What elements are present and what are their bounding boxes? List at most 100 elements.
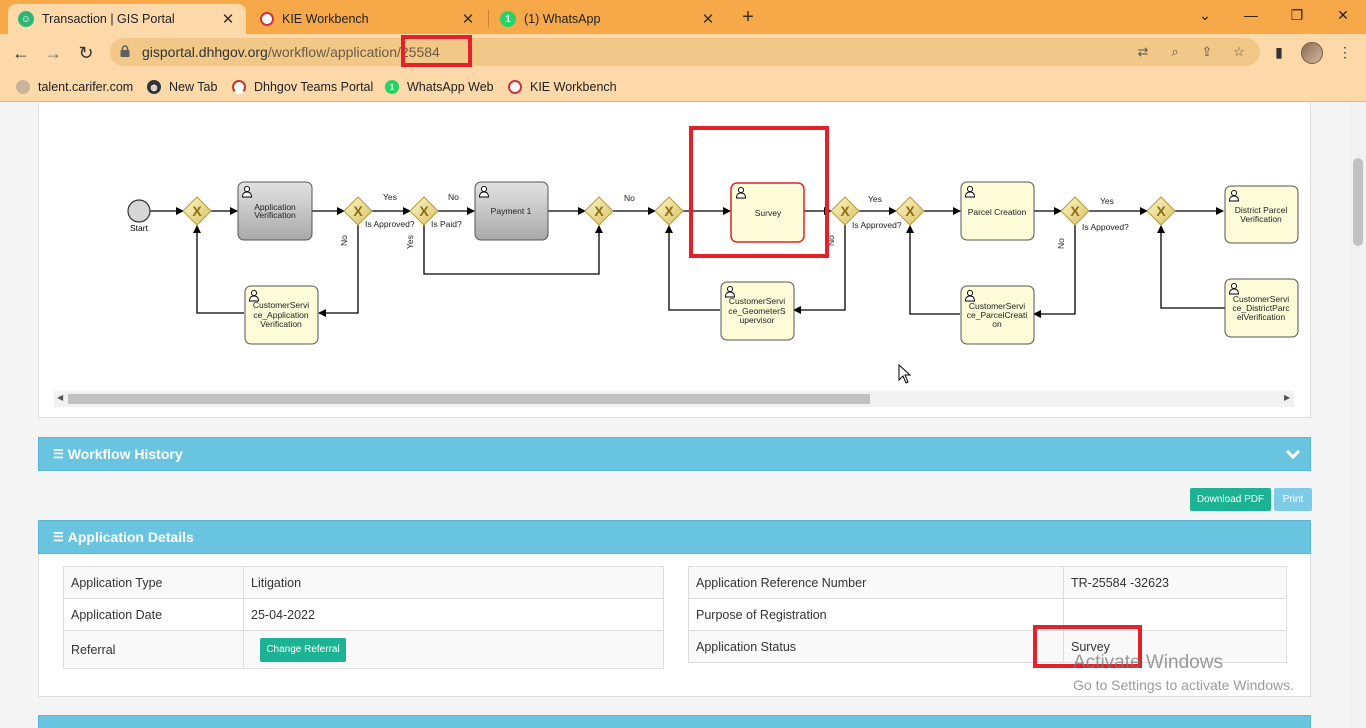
close-tab-icon[interactable]: ✕ — [460, 10, 476, 28]
scroll-left-icon[interactable]: ◀ — [57, 393, 63, 402]
url-host: gisportal.dhhgov.org — [142, 44, 268, 60]
svg-text:Is Paid?: Is Paid? — [431, 219, 462, 229]
next-section-header[interactable] — [38, 715, 1311, 728]
bookmark-talent[interactable]: talent.carifer.com — [16, 78, 133, 96]
start-label: Start — [130, 223, 149, 233]
bookmark-kie-workbench[interactable]: KIE Workbench — [508, 78, 617, 96]
close-tab-icon[interactable]: ✕ — [700, 10, 716, 28]
details-table-right: Application Reference Number TR-25584 -3… — [688, 566, 1287, 663]
reload-icon[interactable]: ↻ — [75, 42, 97, 64]
section-title: Application Details — [67, 529, 194, 545]
tab-search-chevron-down-icon[interactable]: ⌄ — [1190, 4, 1220, 26]
bookmark-label: New Tab — [169, 80, 218, 94]
svg-text:X: X — [594, 203, 604, 219]
task-payment-1[interactable]: Payment 1 — [474, 181, 549, 241]
bookmark-new-tab[interactable]: ◍ New Tab — [147, 78, 217, 96]
svg-text:Is Appoved?: Is Appoved? — [1082, 222, 1129, 232]
lock-icon — [120, 45, 130, 57]
bookmark-dhhgov-teams[interactable]: Dhhgov Teams Portal — [232, 78, 373, 96]
close-tab-icon[interactable]: ✕ — [220, 10, 236, 28]
workflow-diagram-panel: Start X X X X X X X X X Application Veri — [38, 103, 1311, 418]
gateway-1[interactable]: X — [182, 196, 212, 226]
minimize-icon[interactable]: — — [1236, 4, 1266, 26]
workflow-history-header[interactable]: ☰ Workflow History — [38, 437, 1311, 471]
gateway-9[interactable]: X — [1146, 196, 1176, 226]
mouse-cursor-icon — [898, 364, 912, 384]
scrollbar-thumb[interactable] — [68, 394, 870, 404]
tab-title: (1) WhatsApp — [524, 12, 601, 26]
task-customer-service-district-parcel-verification[interactable]: CustomerServi ce_DistrictParc elVerifica… — [1224, 278, 1299, 338]
svg-text:Yes: Yes — [868, 194, 882, 204]
side-panel-icon[interactable]: ▮ — [1270, 44, 1288, 62]
svg-text:Verification: Verification — [1240, 214, 1282, 224]
svg-text:X: X — [353, 203, 363, 219]
translate-icon[interactable]: ⇄ — [1134, 44, 1152, 60]
chevron-down-icon[interactable] — [1285, 444, 1301, 460]
gateway-5[interactable]: X — [654, 196, 684, 226]
application-details-header[interactable]: ☰ Application Details — [38, 520, 1311, 554]
tab-kie-workbench[interactable]: KIE Workbench ✕ — [250, 4, 486, 34]
bookmark-whatsapp-web[interactable]: 1 WhatsApp Web — [385, 78, 494, 96]
table-row: Application Type Litigation — [63, 566, 664, 599]
detail-label: Purpose of Registration — [688, 598, 1064, 631]
bookmark-label: Dhhgov Teams Portal — [254, 80, 374, 94]
kie-favicon-icon — [508, 80, 522, 94]
detail-value: 25-04-2022 — [243, 598, 664, 631]
detail-label: Application Date — [63, 598, 244, 631]
gateway-4[interactable]: X — [584, 196, 614, 226]
share-icon[interactable]: ⇪ — [1198, 44, 1216, 60]
highlight-box-url-id — [401, 35, 472, 67]
address-bar[interactable]: gisportal.dhhgov.org/workflow/applicatio… — [110, 38, 1260, 66]
svg-text:X: X — [419, 203, 429, 219]
svg-text:Yes: Yes — [405, 235, 415, 249]
svg-text:upervisor: upervisor — [740, 315, 775, 325]
svg-text:on: on — [992, 319, 1002, 329]
details-table-left: Application Type Litigation Application … — [63, 566, 664, 669]
print-button[interactable]: Print — [1274, 488, 1312, 511]
gis-portal-favicon-icon: ☺ — [18, 11, 34, 27]
task-customer-service-parcel-creation[interactable]: CustomerServi ce_ParcelCreati on — [960, 285, 1035, 345]
menu-kebab-icon[interactable]: ⋮ — [1336, 44, 1354, 62]
detail-value: Change Referral — [243, 630, 664, 669]
profile-avatar[interactable] — [1301, 42, 1323, 64]
highlight-box-survey-task — [689, 126, 829, 258]
detail-value: Litigation — [243, 566, 664, 599]
browser-tab-bar: ☺ Transaction | GIS Portal ✕ KIE Workben… — [0, 0, 1366, 34]
back-icon[interactable]: ← — [10, 42, 32, 64]
task-customer-service-application-verification[interactable]: CustomerServi ce_Application Verificatio… — [244, 285, 319, 345]
gateway-8[interactable]: X — [1060, 196, 1090, 226]
restore-icon[interactable]: ❐ — [1282, 4, 1312, 26]
scrollbar-thumb[interactable] — [1353, 158, 1363, 246]
svg-text:No: No — [339, 235, 349, 246]
table-row: Purpose of Registration — [688, 598, 1287, 631]
close-window-icon[interactable]: ✕ — [1328, 4, 1358, 26]
svg-text:Is Approved?: Is Approved? — [365, 219, 415, 229]
bookmark-star-icon[interactable]: ☆ — [1230, 44, 1248, 60]
task-customer-service-geometer-supervisor[interactable]: CustomerServi ce_GeometerS upervisor — [720, 281, 795, 341]
start-event[interactable] — [127, 199, 151, 223]
svg-text:Payment 1: Payment 1 — [491, 206, 532, 216]
zoom-icon[interactable]: ⌕ — [1166, 44, 1184, 60]
svg-text:No: No — [448, 192, 459, 202]
workflow-diagram: Start X X X X X X X X X Application Veri — [127, 181, 1299, 345]
download-pdf-button[interactable]: Download PDF — [1190, 488, 1271, 511]
detail-label: Application Type — [63, 566, 244, 599]
change-referral-button[interactable]: Change Referral — [260, 637, 346, 662]
tab-whatsapp[interactable]: 1 (1) WhatsApp ✕ — [490, 4, 726, 34]
url-path: /workflow/application — [267, 44, 397, 60]
diagram-horizontal-scrollbar[interactable]: ◀ ▶ — [54, 391, 1294, 407]
forward-icon[interactable]: → — [42, 42, 64, 64]
svg-text:Verification: Verification — [260, 319, 302, 329]
task-district-parcel-verification[interactable]: District Parcel Verification — [1224, 185, 1299, 244]
svg-text:X: X — [192, 203, 202, 219]
task-application-verification[interactable]: Application Verification — [237, 181, 313, 241]
new-tab-icon[interactable]: + — [737, 6, 759, 28]
tab-title: Transaction | GIS Portal — [42, 12, 175, 26]
task-parcel-creation[interactable]: Parcel Creation — [960, 181, 1035, 241]
scroll-right-icon[interactable]: ▶ — [1284, 393, 1290, 402]
tab-gis-portal[interactable]: ☺ Transaction | GIS Portal ✕ — [8, 4, 246, 34]
detail-label: Referral — [63, 630, 244, 669]
tab-separator — [488, 10, 489, 28]
page-vertical-scrollbar[interactable] — [1350, 103, 1366, 728]
table-row: Referral Change Referral — [63, 630, 664, 669]
